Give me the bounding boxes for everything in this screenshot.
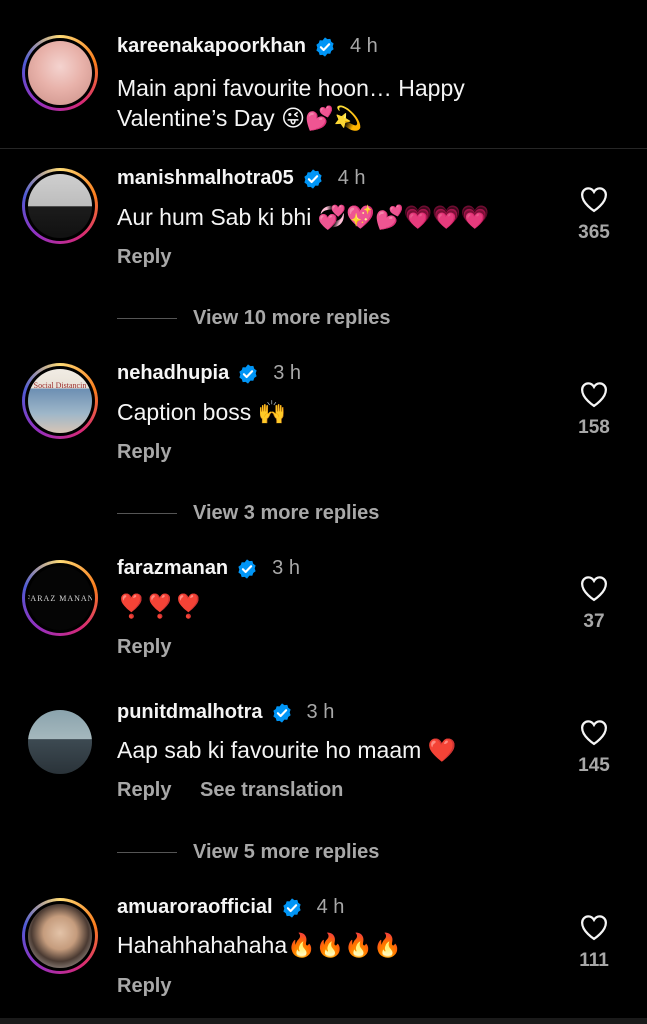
timestamp: 3 h (306, 701, 335, 723)
reply-button[interactable]: Reply (117, 636, 171, 659)
comment-emojis: 🙌 (257, 400, 287, 426)
comment-text: ❣️❣️❣️ (117, 591, 203, 622)
avatar (28, 904, 92, 968)
comment-username-row: manishmalhotra05 4 h (117, 167, 366, 190)
post-caption: kareenakapoorkhan 4 h Main apni favourit… (0, 0, 647, 149)
timestamp: 3 h (272, 557, 300, 579)
comment-username-row: amuaroraofficial 4 h (117, 896, 344, 919)
avatar-image (28, 710, 92, 774)
timestamp: 4 h (316, 896, 345, 918)
username[interactable]: farazmanan (117, 557, 228, 580)
heart-outline-icon[interactable] (579, 718, 609, 746)
comment-body: Caption boss (117, 399, 252, 425)
like-count: 37 (583, 611, 605, 632)
view-more-replies[interactable]: View 3 more replies (117, 502, 379, 525)
heart-outline-icon[interactable] (579, 574, 609, 602)
username[interactable]: punitdmalhotra (117, 701, 263, 724)
like-control: 145 (572, 718, 616, 777)
comment-body: Hahahhahahaha (117, 932, 288, 958)
like-control: 365 (572, 185, 616, 244)
verified-badge-icon (236, 558, 258, 580)
heart-outline-icon[interactable] (579, 185, 609, 213)
avatar[interactable] (28, 710, 92, 774)
divider-line (117, 852, 177, 853)
verified-badge-icon (281, 897, 303, 919)
comment-body: Aur hum Sab ki bhi (117, 204, 312, 230)
view-more-replies[interactable]: View 10 more replies (117, 307, 391, 330)
avatar-caption: Social Distancin (33, 381, 87, 390)
caption-text: Main apni favourite hoon… Happy Valentin… (117, 73, 465, 134)
timestamp: 4 h (349, 35, 378, 57)
heart-outline-icon[interactable] (579, 913, 609, 941)
view-more-label: View 5 more replies (193, 841, 380, 863)
comment-text: Hahahhahahaha🔥🔥🔥🔥 (117, 930, 402, 961)
comment-text: Aap sab ki favourite ho maam ❤️ (117, 735, 456, 766)
reply-button[interactable]: Reply (117, 246, 171, 269)
caption-line-1: Main apni favourite hoon… Happy (117, 75, 465, 101)
comment-text: Aur hum Sab ki bhi 💞💖💕💗💗💗 (117, 202, 490, 233)
see-translation-button[interactable]: See translation (200, 779, 343, 802)
like-control: 37 (572, 574, 616, 633)
username[interactable]: amuaroraofficial (117, 896, 273, 919)
like-count: 365 (578, 222, 610, 243)
comment-emojis: 💞💖💕💗💗💗 (317, 205, 490, 231)
like-count: 145 (578, 755, 610, 776)
verified-badge-icon (271, 702, 293, 724)
avatar: Social Distancin (28, 369, 92, 433)
verified-badge-icon (237, 363, 259, 385)
verified-badge-icon (302, 168, 324, 190)
comment-emojis: 🔥🔥🔥🔥 (287, 933, 402, 959)
avatar-story-ring[interactable] (22, 168, 98, 244)
avatar (28, 174, 92, 238)
reply-button[interactable]: Reply (117, 441, 171, 464)
comment-text: Caption boss 🙌 (117, 397, 286, 428)
reply-button[interactable]: Reply (117, 975, 171, 998)
comment-emojis: ❣️❣️❣️ (117, 594, 203, 620)
avatar-story-ring[interactable]: FARAZ MANAN (22, 560, 98, 636)
comment-username-row: nehadhupia 3 h (117, 362, 301, 385)
avatar: FARAZ MANAN (28, 566, 92, 630)
reply-button[interactable]: Reply (117, 779, 171, 802)
divider-line (117, 318, 177, 319)
avatar-story-ring[interactable]: Social Distancin (22, 363, 98, 439)
caption-username-row: kareenakapoorkhan 4 h (117, 35, 378, 58)
view-more-label: View 10 more replies (193, 307, 391, 329)
like-count: 158 (578, 417, 610, 438)
avatar (28, 41, 92, 105)
username[interactable]: manishmalhotra05 (117, 167, 294, 190)
heart-outline-icon[interactable] (579, 380, 609, 408)
divider-line (117, 513, 177, 514)
comment-body: Aap sab ki favourite ho maam (117, 737, 422, 763)
username[interactable]: nehadhupia (117, 362, 229, 385)
comment-username-row: punitdmalhotra 3 h (117, 701, 334, 724)
verified-badge-icon (314, 36, 336, 58)
avatar-caption: FARAZ MANAN (28, 593, 92, 603)
timestamp: 4 h (337, 167, 366, 189)
username[interactable]: kareenakapoorkhan (117, 35, 306, 58)
like-control: 111 (572, 913, 616, 972)
bottom-edge (0, 1018, 647, 1024)
like-count: 111 (579, 950, 609, 971)
avatar-story-ring[interactable] (22, 35, 98, 111)
view-more-replies[interactable]: View 5 more replies (117, 841, 379, 864)
like-control: 158 (572, 380, 616, 439)
avatar-story-ring[interactable] (22, 898, 98, 974)
caption-line-2: Valentine’s Day (117, 105, 275, 131)
caption-emojis: 😜💕💫 (281, 106, 363, 132)
comment-username-row: farazmanan 3 h (117, 557, 300, 580)
view-more-label: View 3 more replies (193, 502, 380, 524)
comment-emojis: ❤️ (427, 738, 457, 764)
timestamp: 3 h (273, 362, 302, 384)
